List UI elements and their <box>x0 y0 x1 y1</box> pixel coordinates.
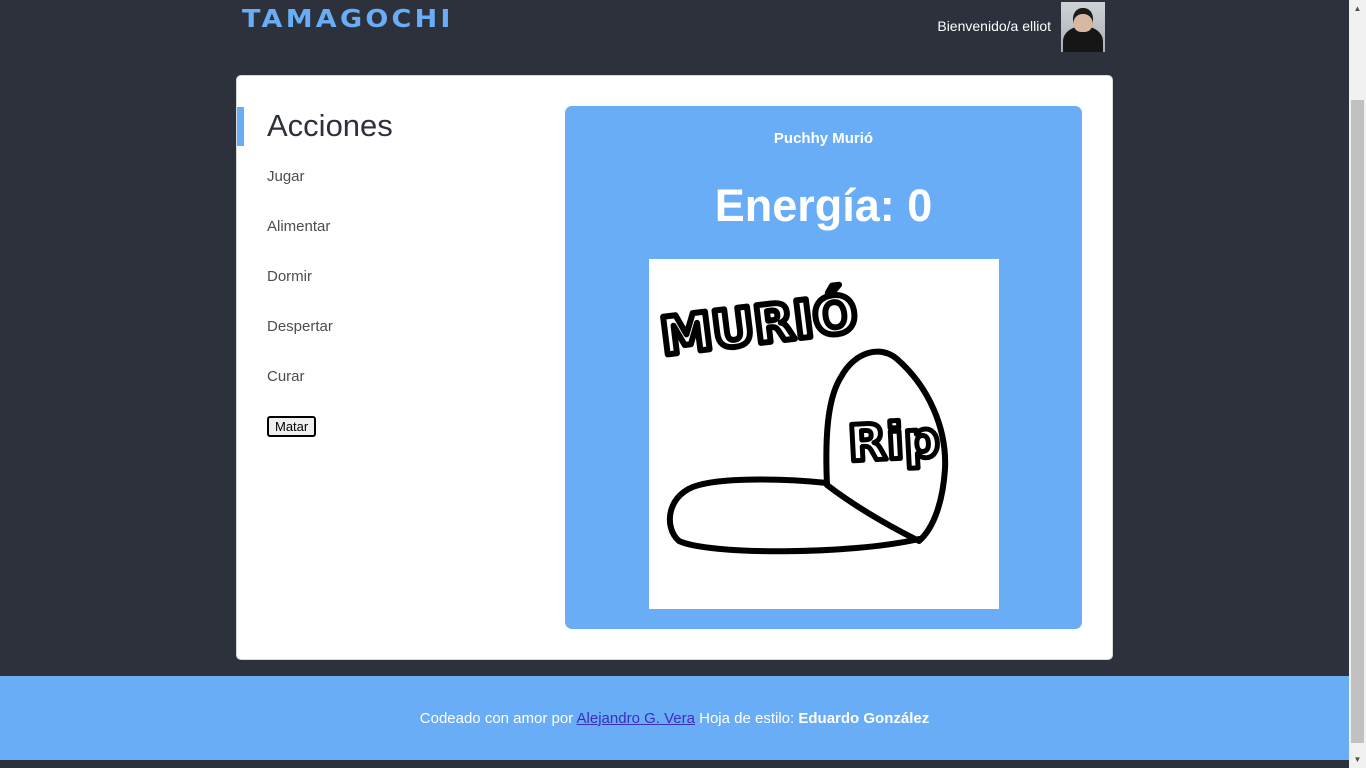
action-heal-link[interactable]: Curar <box>267 368 305 385</box>
author-link[interactable]: Alejandro G. Vera <box>577 710 695 727</box>
headstone-rip-text: Rip <box>847 410 941 473</box>
footer-prefix: Codeado con amor por <box>419 710 574 727</box>
footer-text: Codeado con amor por Alejandro G. Vera H… <box>0 710 1349 727</box>
pet-status: Puchhy Murió <box>773 130 874 147</box>
stylesheet-author: Eduardo González <box>798 710 930 727</box>
drawing-title-text: MURIÓ <box>657 282 861 368</box>
actions-title: Acciones <box>267 108 393 143</box>
user-avatar[interactable] <box>1061 2 1105 52</box>
energy-value: 0 <box>907 180 933 231</box>
dead-pet-drawing: MURIÓ Rip <box>654 279 949 555</box>
welcome-message: Bienvenido/a elliot <box>937 18 1051 34</box>
scrollbar-thumb[interactable] <box>1351 100 1364 743</box>
title-accent-bar <box>237 107 244 146</box>
energy-label: Energía: <box>714 180 895 231</box>
avatar-head <box>1073 8 1093 32</box>
chevron-up-icon[interactable]: ▲ <box>1349 0 1366 17</box>
app-logo[interactable]: TAMAGOCHI <box>242 4 454 33</box>
grave-slab <box>666 476 922 555</box>
action-wake-link[interactable]: Despertar <box>267 318 333 335</box>
page-scrollbar[interactable]: ▲ ▼ <box>1349 0 1366 768</box>
page: TAMAGOCHI Bienvenido/a elliot Acciones J… <box>0 0 1349 768</box>
action-sleep-link[interactable]: Dormir <box>267 268 312 285</box>
kill-button[interactable]: Matar <box>267 416 317 437</box>
action-play-link[interactable]: Jugar <box>267 168 305 185</box>
chevron-down-icon[interactable]: ▼ <box>1349 751 1366 768</box>
pet-energy: Energía: 0 <box>565 180 1082 232</box>
action-feed-link[interactable]: Alimentar <box>267 218 330 235</box>
pet-image: MURIÓ Rip <box>649 259 999 609</box>
stylesheet-label: Hoja de estilo: <box>699 710 795 727</box>
main-card: Acciones Jugar Alimentar Dormir Desperta… <box>236 75 1113 660</box>
footer: Codeado con amor por Alejandro G. Vera H… <box>0 676 1349 760</box>
bottom-strip <box>0 760 1349 768</box>
pet-panel: Puchhy Murió Energía: 0 MURIÓ Rip <box>565 106 1082 629</box>
